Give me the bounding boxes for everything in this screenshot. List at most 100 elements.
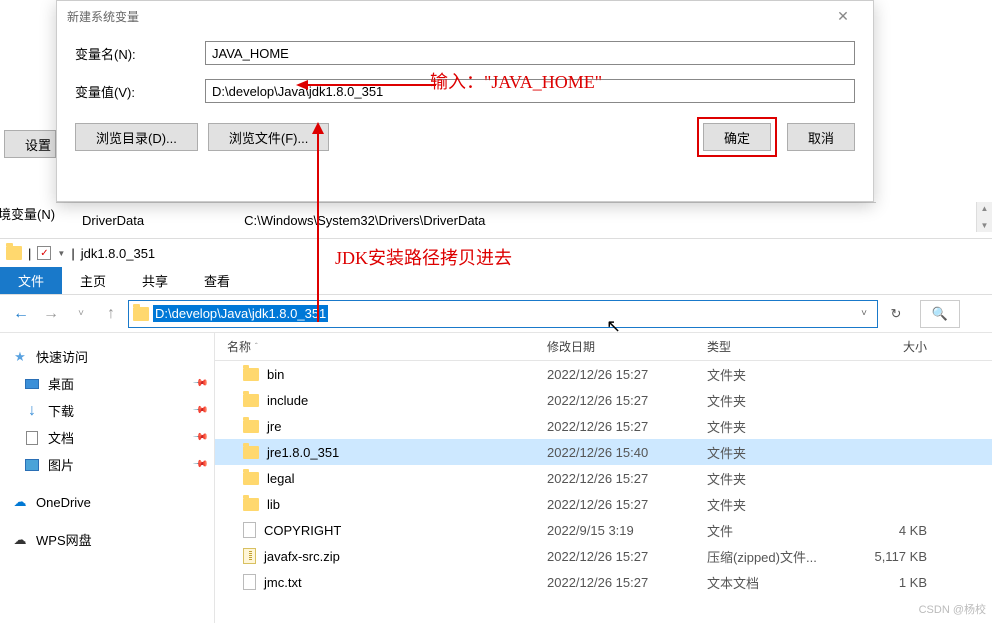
folder-icon <box>243 446 259 459</box>
file-size: 5,117 KB <box>847 549 927 564</box>
pin-icon: 📌 <box>191 402 208 419</box>
file-name: jre <box>267 419 281 434</box>
refresh-icon[interactable]: ↻ <box>882 300 910 328</box>
file-row[interactable]: jmc.txt 2022/12/26 15:27文本文档1 KB <box>215 569 992 595</box>
nav-history-icon[interactable]: ˅ <box>68 301 94 327</box>
bg-settings-button[interactable]: 设置 <box>4 130 56 158</box>
address-bar[interactable]: D:\develop\Java\jdk1.8.0_351 ˅ <box>128 300 878 328</box>
sidebar-pictures[interactable]: 图片 📌 <box>0 451 214 478</box>
folder-icon <box>243 368 259 381</box>
cancel-button[interactable]: 取消 <box>787 123 855 151</box>
file-type: 文件夹 <box>707 495 847 514</box>
zip-icon <box>243 548 256 564</box>
folder-icon <box>243 420 259 433</box>
wps-icon: ☁ <box>12 532 28 548</box>
pin-icon: 📌 <box>191 456 208 473</box>
ok-button[interactable]: 确定 <box>703 123 771 151</box>
file-row[interactable]: COPYRIGHT2022/9/15 3:19文件4 KB <box>215 517 992 543</box>
file-name: legal <box>267 471 294 486</box>
explorer-title-sep: | <box>28 246 31 261</box>
bg-scrollbar[interactable]: ▲▼ <box>976 202 992 232</box>
sidebar-downloads[interactable]: ↓ 下载 📌 <box>0 397 214 424</box>
search-input[interactable]: 🔍 <box>920 300 960 328</box>
close-icon[interactable]: ✕ <box>823 4 863 28</box>
column-headers[interactable]: 名称 ˆ 修改日期 类型 大小 <box>215 333 992 361</box>
file-type: 文件夹 <box>707 443 847 462</box>
file-row[interactable]: lib 2022/12/26 15:27文件夹 <box>215 491 992 517</box>
star-icon: ★ <box>12 349 28 365</box>
title-dropdown-icon[interactable]: ▼ <box>57 249 65 258</box>
variable-value-label: 变量值(V): <box>75 82 205 101</box>
file-date: 2022/12/26 15:27 <box>547 549 707 564</box>
sidebar-onedrive[interactable]: ☁ OneDrive <box>0 490 214 514</box>
file-date: 2022/9/15 3:19 <box>547 523 707 538</box>
cursor-icon: ↖ <box>606 316 621 337</box>
sidebar-documents[interactable]: 文档 📌 <box>0 424 214 451</box>
explorer-title: jdk1.8.0_351 <box>81 246 155 261</box>
file-name: bin <box>267 367 284 382</box>
sidebar-quick-access[interactable]: ★ 快速访问 <box>0 343 214 370</box>
file-type: 压缩(zipped)文件... <box>707 547 847 566</box>
dialog-title: 新建系统变量 <box>67 8 139 25</box>
sidebar-onedrive-label: OneDrive <box>36 495 91 510</box>
folder-icon <box>6 246 22 260</box>
nav-forward-icon[interactable]: → <box>38 301 64 327</box>
file-icon <box>243 522 256 538</box>
tab-share[interactable]: 共享 <box>124 267 186 294</box>
file-date: 2022/12/26 15:27 <box>547 367 707 382</box>
pin-icon: 📌 <box>191 375 208 392</box>
sort-arrow-icon: ˆ <box>255 342 258 351</box>
col-size[interactable]: 大小 <box>847 338 927 355</box>
file-date: 2022/12/26 15:27 <box>547 393 707 408</box>
file-row[interactable]: bin2022/12/26 15:27文件夹 <box>215 361 992 387</box>
pin-icon: 📌 <box>191 429 208 446</box>
annotation-arrow-1 <box>296 78 436 92</box>
file-name: jmc.txt <box>264 575 302 590</box>
file-type: 文件 <box>707 521 847 540</box>
file-date: 2022/12/26 15:27 <box>547 575 707 590</box>
desktop-icon <box>25 379 39 389</box>
address-folder-icon <box>133 307 149 321</box>
variable-name-label: 变量名(N): <box>75 44 205 63</box>
variable-name-input[interactable] <box>205 41 855 65</box>
browse-directory-button[interactable]: 浏览目录(D)... <box>75 123 198 151</box>
file-explorer: | ✓ ▼ | jdk1.8.0_351 文件 主页 共享 查看 ← → ˅ ↑… <box>0 238 992 623</box>
file-row[interactable]: jre2022/12/26 15:27文件夹 <box>215 413 992 439</box>
tab-file[interactable]: 文件 <box>0 267 62 294</box>
sidebar-desktop[interactable]: 桌面 📌 <box>0 370 214 397</box>
annotation-path-hint: JDK安装路径拷贝进去 <box>335 244 512 270</box>
address-dropdown-icon[interactable]: ˅ <box>855 308 873 319</box>
watermark: CSDN @杨校 <box>919 601 986 617</box>
file-icon <box>243 574 256 590</box>
file-date: 2022/12/26 15:40 <box>547 445 707 460</box>
sidebar-downloads-label: 下载 <box>48 401 74 420</box>
file-row[interactable]: jre1.8.0_3512022/12/26 15:40文件夹 <box>215 439 992 465</box>
sidebar-wps[interactable]: ☁ WPS网盘 <box>0 526 214 553</box>
col-date[interactable]: 修改日期 <box>547 338 707 355</box>
annotation-arrow-2 <box>308 122 328 322</box>
tab-view[interactable]: 查看 <box>186 267 248 294</box>
col-type[interactable]: 类型 <box>707 338 847 355</box>
title-checkbox[interactable]: ✓ <box>37 246 51 260</box>
file-date: 2022/12/26 15:27 <box>547 471 707 486</box>
nav-back-icon[interactable]: ← <box>8 301 34 327</box>
folder-icon <box>243 498 259 511</box>
file-row[interactable]: javafx-src.zip2022/12/26 15:27压缩(zipped)… <box>215 543 992 569</box>
col-name[interactable]: 名称 ˆ <box>227 338 547 355</box>
file-size: 1 KB <box>847 575 927 590</box>
file-date: 2022/12/26 15:27 <box>547 419 707 434</box>
file-row[interactable]: legal2022/12/26 15:27文件夹 <box>215 465 992 491</box>
driverdata-label: DriverData <box>82 213 144 228</box>
tab-home[interactable]: 主页 <box>62 267 124 294</box>
file-row[interactable]: include2022/12/26 15:27文件夹 <box>215 387 992 413</box>
bg-driver-list: DriverData C:\Windows\System32\Drivers\D… <box>56 202 876 238</box>
file-date: 2022/12/26 15:27 <box>547 497 707 512</box>
nav-up-icon[interactable]: ↑ <box>98 301 124 327</box>
annotation-input-hint: 输入："JAVA_HOME" <box>430 68 602 94</box>
file-name: lib <box>267 497 280 512</box>
folder-icon <box>243 472 259 485</box>
file-name: include <box>267 393 308 408</box>
sidebar-wps-label: WPS网盘 <box>36 530 92 549</box>
picture-icon <box>25 459 39 471</box>
file-type: 文本文档 <box>707 573 847 592</box>
